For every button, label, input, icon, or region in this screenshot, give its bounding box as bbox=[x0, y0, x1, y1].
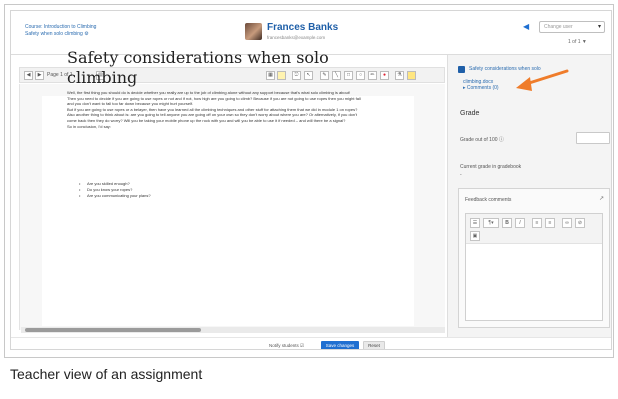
horizontal-scrollbar[interactable] bbox=[21, 327, 445, 333]
assignment-grader-screenshot: Course: Introduction to Climbing Safety … bbox=[10, 10, 612, 350]
editor-toolbar: ☰ ¶▾ B I ≡ ≡ ∞ ⊘ ▣ bbox=[466, 214, 602, 244]
document-paragraph: So in conclusion, I'd say: bbox=[67, 123, 111, 129]
stamp-tool-icon[interactable]: ⚗ bbox=[395, 71, 404, 80]
notify-students-checkbox[interactable]: Notify students ☑ bbox=[269, 343, 304, 349]
italic-icon[interactable]: I bbox=[515, 218, 525, 228]
unlink-icon[interactable]: ⊘ bbox=[575, 218, 585, 228]
bold-icon[interactable]: B bbox=[502, 218, 512, 228]
document-title: Safety considerations when solo climbing bbox=[67, 48, 329, 87]
feedback-editor[interactable]: ☰ ¶▾ B I ≡ ≡ ∞ ⊘ ▣ bbox=[465, 213, 603, 321]
user-count[interactable]: 1 of 1 ▼ bbox=[568, 39, 587, 45]
document-body: Well, the first thing you should do is d… bbox=[67, 90, 367, 129]
document-paragraph: Well, the first thing you should do is d… bbox=[67, 90, 351, 95]
grading-panel: Safety considerations when solo climbing… bbox=[447, 55, 611, 337]
previous-user-icon[interactable]: ◀ bbox=[523, 22, 529, 31]
document-bullet-list: Are you skilled enough? Do you know your… bbox=[67, 181, 267, 199]
course-link[interactable]: Course: Introduction to Climbing bbox=[25, 24, 96, 30]
change-user-placeholder: Change user bbox=[544, 24, 573, 30]
feedback-comments-section: Feedback comments ↗ ☰ ¶▾ B I ≡ ≡ ∞ ⊘ ▣ bbox=[458, 188, 610, 328]
expand-icon[interactable]: ↗ bbox=[599, 195, 604, 202]
annotation-arrow-icon bbox=[516, 69, 569, 91]
grade-heading: Grade bbox=[460, 110, 480, 117]
reset-button[interactable]: Reset bbox=[363, 341, 385, 349]
scrollbar-thumb[interactable] bbox=[25, 328, 201, 332]
color-picker-icon[interactable]: ● bbox=[380, 71, 389, 80]
user-name[interactable]: Frances Banks bbox=[267, 22, 338, 33]
feedback-comments-label: Feedback comments bbox=[465, 197, 512, 203]
grade-input[interactable] bbox=[576, 132, 610, 144]
change-user-select[interactable]: Change user ▾ bbox=[539, 21, 605, 33]
previous-page-icon[interactable]: ◀ bbox=[24, 71, 33, 80]
paragraph-style-icon[interactable]: ¶▾ bbox=[483, 218, 499, 228]
highlight-icon[interactable]: ✏ bbox=[368, 71, 377, 80]
next-page-icon[interactable]: ▶ bbox=[35, 71, 44, 80]
stamp-color-icon[interactable] bbox=[407, 71, 416, 80]
document-paragraph: Also another thing to think about is: ar… bbox=[67, 112, 357, 123]
bullet-list-icon[interactable]: ≡ bbox=[532, 218, 542, 228]
user-email: francesbanks@example.com bbox=[267, 35, 326, 40]
figure-caption: Teacher view of an assignment bbox=[10, 366, 203, 382]
document-paragraph: Then you need to decide if you are going… bbox=[67, 95, 361, 107]
toolbar-toggle-icon[interactable]: ☰ bbox=[470, 218, 480, 228]
document-icon bbox=[458, 66, 465, 73]
grader-footer: Notify students ☑ Save changes Reset bbox=[11, 337, 611, 349]
save-changes-button[interactable]: Save changes bbox=[321, 341, 359, 349]
numbered-list-icon[interactable]: ≡ bbox=[545, 218, 555, 228]
document-page[interactable] bbox=[42, 96, 414, 326]
chevron-down-icon: ▾ bbox=[597, 24, 601, 30]
image-icon[interactable]: ▣ bbox=[470, 231, 480, 241]
user-avatar bbox=[245, 23, 262, 40]
link-icon[interactable]: ∞ bbox=[562, 218, 572, 228]
list-item: Are you communicating your plans? bbox=[67, 193, 267, 199]
current-grade-label: Current grade in gradebook bbox=[460, 164, 522, 170]
grade-label: Grade out of 100 ⓘ bbox=[460, 137, 504, 143]
current-grade-value: - bbox=[460, 172, 462, 178]
assignment-link[interactable]: Safety when solo climbing ⚙ bbox=[25, 31, 89, 37]
submission-comments-toggle[interactable]: ▸ Comments (0) bbox=[463, 85, 499, 91]
